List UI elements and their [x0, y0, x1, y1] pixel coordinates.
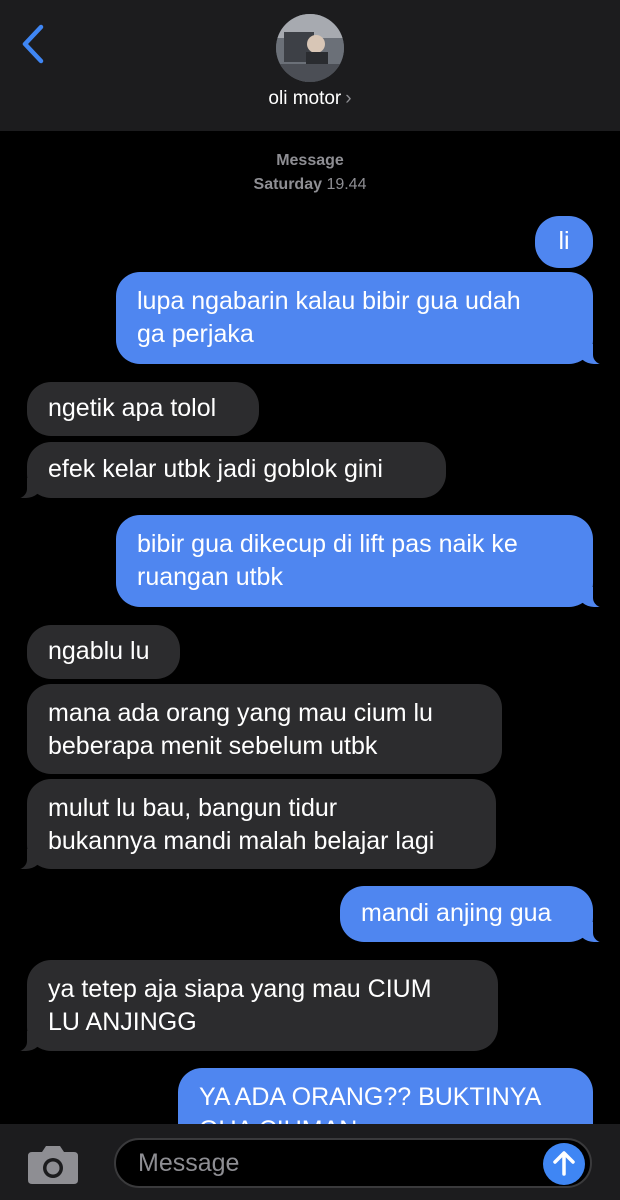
outgoing-message[interactable]: li — [535, 216, 593, 268]
chevron-right-icon: › — [345, 88, 352, 109]
outgoing-message[interactable]: lupa ngabarin kalau bibir gua udah ga pe… — [116, 272, 620, 365]
message-input[interactable]: Message — [114, 1138, 592, 1188]
arrow-up-icon — [553, 1151, 575, 1176]
incoming-message[interactable]: efek kelar utbk jadi goblok gini — [0, 442, 446, 499]
message-composer: Message — [0, 1124, 620, 1200]
camera-icon[interactable] — [26, 1144, 80, 1186]
incoming-message[interactable]: mulut lu bau, bangun tidur bukannya mand… — [0, 779, 496, 870]
avatar[interactable] — [276, 14, 344, 82]
outgoing-message[interactable]: mandi anjing gua — [340, 886, 620, 943]
incoming-message[interactable]: ngetik apa tolol — [27, 382, 259, 436]
contact-name[interactable]: oli motor › — [0, 88, 620, 110]
incoming-message[interactable]: mana ada orang yang mau cium lu beberapa… — [27, 684, 502, 774]
incoming-message[interactable]: ya tetep aja siapa yang mau CIUM LU ANJI… — [0, 960, 498, 1052]
thread-service-label: Message — [276, 152, 344, 169]
conversation-header: oli motor › — [0, 0, 620, 131]
chevron-left-icon[interactable] — [20, 24, 46, 64]
outgoing-message[interactable]: bibir gua dikecup di lift pas naik ke ru… — [116, 515, 620, 608]
thread-timestamp: Saturday 19.44 — [253, 176, 367, 193]
send-button[interactable] — [543, 1143, 585, 1185]
incoming-message[interactable]: ngablu lu — [27, 625, 180, 679]
